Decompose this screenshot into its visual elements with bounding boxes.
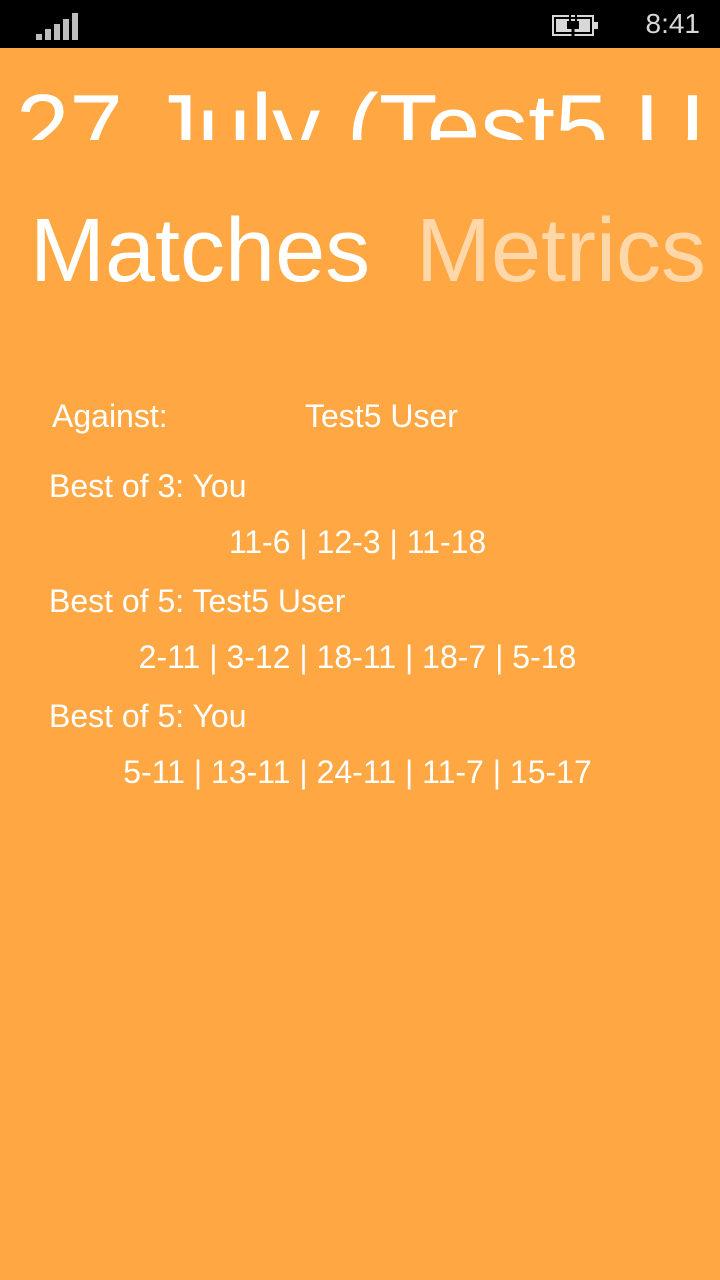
result-scores: 11-6 | 12-3 | 11-18 [228,524,487,560]
opponent-name: Test5 User [305,398,458,434]
app-title: 27 July (Test5 U [16,75,705,140]
app-title-area: 27 July (Test5 U [0,48,720,140]
result-heading: Best of 3: You [49,468,247,504]
tab-matches[interactable]: Matches [30,196,370,306]
result-scores: 5-11 | 13-11 | 24-11 | 11-7 | 15-17 [123,754,592,790]
signal-strength-icon [36,10,80,40]
status-bar: 8:41 [0,0,720,48]
result-scores: 2-11 | 3-12 | 18-11 | 18-7 | 5-18 [138,639,577,675]
battery-charging-icon [552,14,598,36]
pivot-header: Matches Metrics [0,196,720,306]
against-label: Against: [52,398,168,434]
status-clock: 8:41 [645,8,701,39]
result-heading: Best of 5: Test5 User [49,583,346,619]
result-heading: Best of 5: You [49,698,247,734]
tab-metrics[interactable]: Metrics [416,196,706,306]
